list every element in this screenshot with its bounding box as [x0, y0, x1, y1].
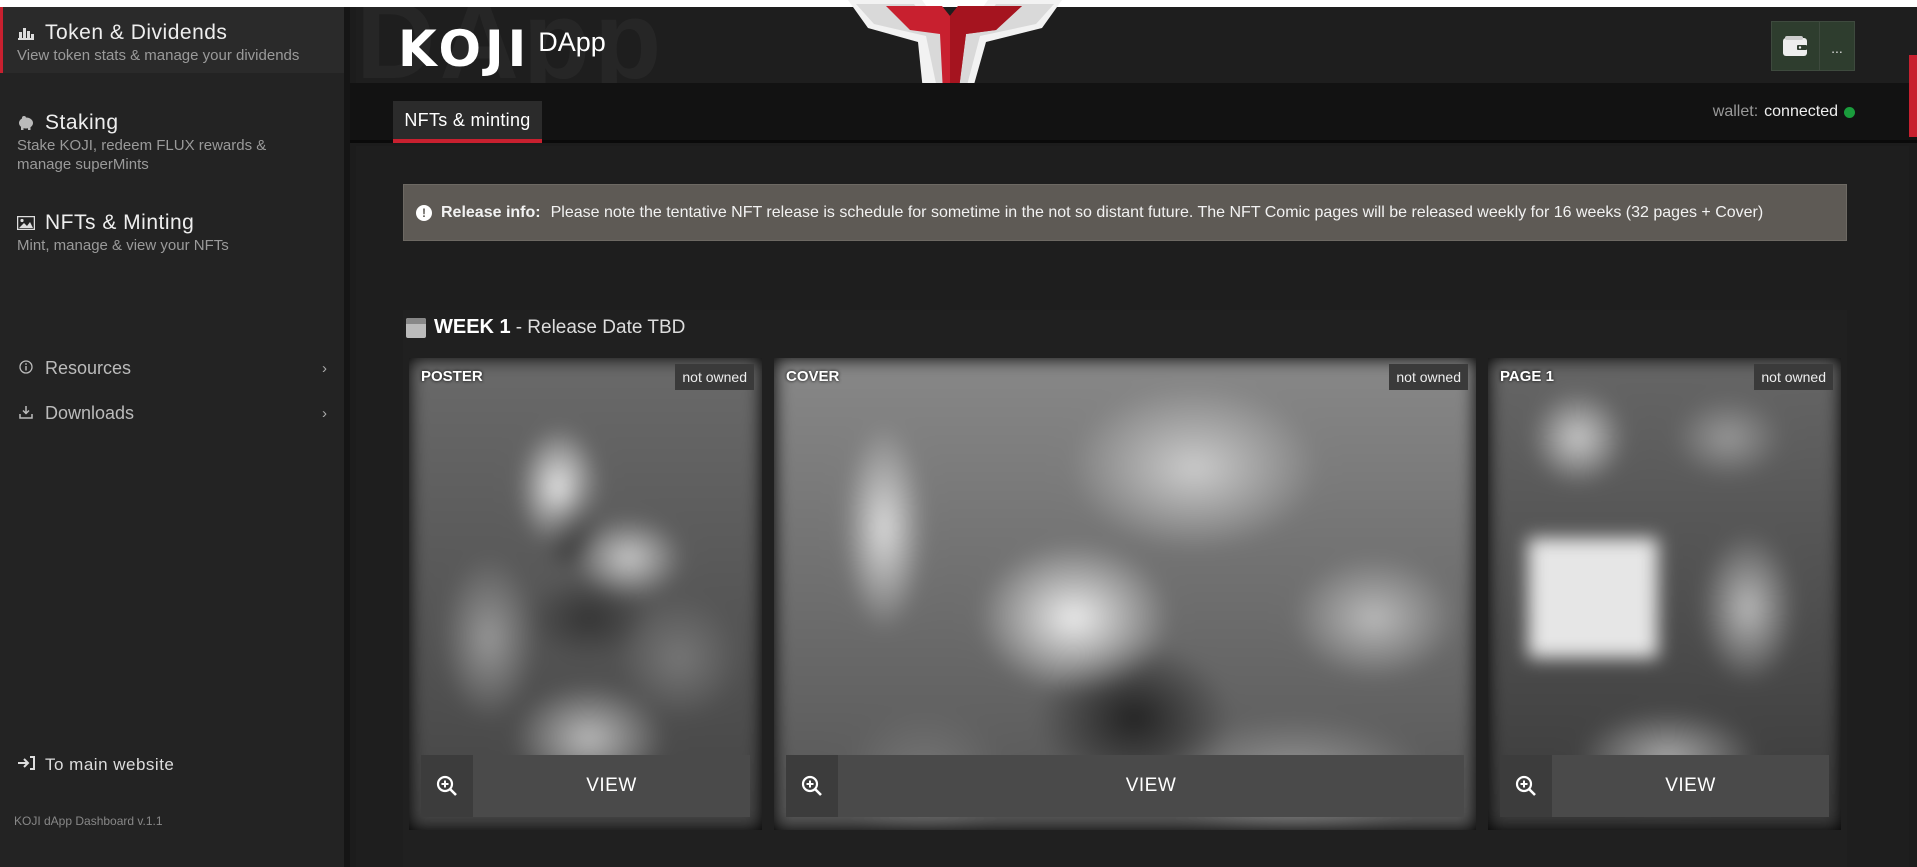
wallet-status: wallet: connected — [1713, 103, 1855, 121]
view-bar: VIEW — [786, 755, 1464, 817]
calendar-icon — [406, 317, 426, 338]
view-button[interactable]: VIEW — [838, 755, 1464, 817]
sidebar-item-desc: View token stats & manage your dividends — [17, 47, 300, 64]
nft-card-cover[interactable]: COVER not owned VIEW — [774, 358, 1476, 830]
brand-name: KOJI — [398, 20, 531, 78]
ownership-badge: not owned — [1389, 364, 1468, 390]
week-title: WEEK 1 - Release Date TBD — [406, 316, 685, 339]
release-info-text: Please note the tentative NFT release is… — [550, 203, 1764, 221]
week-name: WEEK 1 — [434, 316, 511, 338]
main-content: ! Release info: Please note the tentativ… — [356, 146, 1909, 867]
status-dot-icon — [1844, 106, 1855, 118]
sidebar-link-label: Resources — [45, 358, 132, 378]
brand-sub: DApp — [538, 27, 606, 57]
wallet-more: ... — [1818, 22, 1854, 70]
brand-logo[interactable]: KOJI DApp — [398, 21, 606, 77]
version-text: KOJI dApp Dashboard v.1.1 — [14, 814, 163, 828]
scroll-accent — [1909, 55, 1917, 137]
bar-chart-icon — [17, 25, 35, 41]
wallet-button[interactable]: ... — [1771, 21, 1855, 71]
tab-bar: NFTs & minting wallet: connected — [350, 83, 1917, 143]
to-main-label: To main website — [45, 755, 175, 774]
release-info-label: Release info: — [441, 203, 541, 221]
view-bar: VIEW — [1500, 755, 1829, 817]
tab-nfts-minting[interactable]: NFTs & minting — [393, 101, 542, 143]
wallet-icon — [1772, 22, 1819, 70]
wallet-status-label: wallet: — [1712, 103, 1759, 120]
zoom-in-icon[interactable] — [421, 755, 473, 817]
sidebar-link-label: Downloads — [45, 403, 135, 423]
sidebar-item-desc: Mint, manage & view your NFTs — [17, 237, 229, 254]
nft-card-poster[interactable]: POSTER not owned VIEW — [409, 358, 762, 830]
sidebar-item-token-dividends[interactable]: Token & Dividends View token stats & man… — [0, 7, 344, 73]
sidebar-link-resources[interactable]: Resources › — [17, 358, 327, 379]
sidebar-item-label: Token & Dividends — [45, 21, 228, 44]
sidebar-item-label: Staking — [45, 111, 119, 134]
sidebar-item-desc: Stake KOJI, redeem FLUX rewards & manage… — [17, 137, 267, 173]
ownership-badge: not owned — [675, 364, 754, 390]
download-icon — [17, 405, 35, 422]
sidebar-item-staking[interactable]: Staking Stake KOJI, redeem FLUX rewards … — [0, 111, 300, 174]
chevron-right-icon: › — [322, 360, 327, 377]
view-bar: VIEW — [421, 755, 750, 817]
zoom-in-icon[interactable] — [786, 755, 838, 817]
header: DApp KOJI DApp ... — [356, 7, 1917, 83]
to-main-website-link[interactable]: To main website — [17, 755, 174, 775]
ownership-badge: not owned — [1754, 364, 1833, 390]
info-icon — [17, 360, 35, 377]
nft-card-label: COVER — [786, 368, 840, 385]
sidebar-link-downloads[interactable]: Downloads › — [17, 403, 327, 424]
image-icon — [17, 215, 35, 231]
view-button[interactable]: VIEW — [473, 755, 750, 817]
zoom-in-icon[interactable] — [1500, 755, 1552, 817]
sidebar-item-nfts-minting[interactable]: NFTs & Minting Mint, manage & view your … — [0, 211, 344, 255]
sidebar: Token & Dividends View token stats & man… — [0, 7, 350, 867]
week-subtitle: - Release Date TBD — [515, 316, 686, 338]
sidebar-item-label: NFTs & Minting — [45, 211, 195, 234]
sign-out-icon — [17, 755, 35, 775]
release-info-banner: ! Release info: Please note the tentativ… — [403, 184, 1847, 241]
nft-card-page-1[interactable]: PAGE 1 not owned VIEW — [1488, 358, 1841, 830]
nft-card-label: POSTER — [421, 368, 483, 385]
view-button[interactable]: VIEW — [1552, 755, 1829, 817]
chevron-right-icon: › — [322, 405, 327, 422]
piggy-bank-icon — [17, 115, 35, 131]
exclamation-circle-icon: ! — [416, 204, 432, 221]
wallet-status-value: connected — [1764, 103, 1838, 120]
nft-card-label: PAGE 1 — [1500, 368, 1554, 385]
